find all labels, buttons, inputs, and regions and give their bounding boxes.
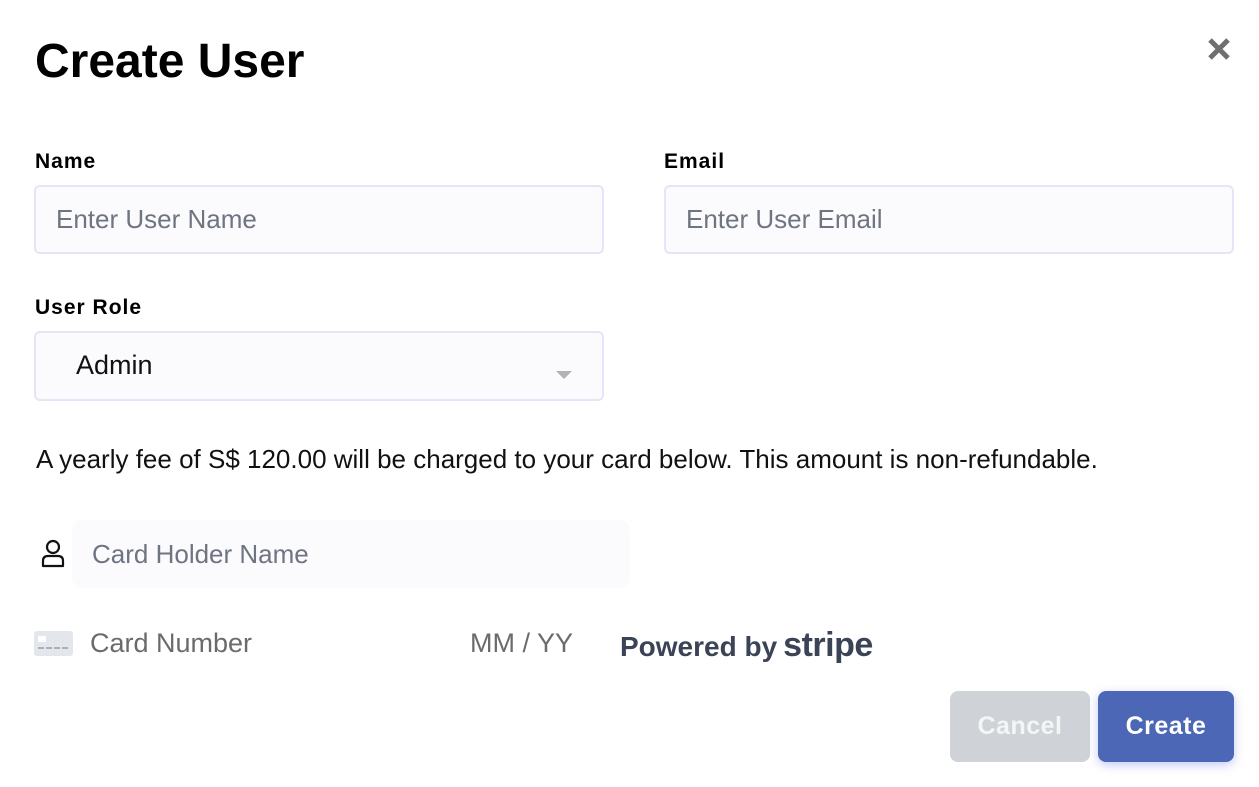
powered-by-text: Powered by [620,631,778,662]
create-button[interactable]: Create [1098,691,1234,762]
email-placeholder: Enter User Email [686,204,883,234]
card-expiry-input[interactable]: MM / YY [470,628,573,659]
fee-notice: A yearly fee of S$ 120.00 will be charge… [36,444,1098,474]
name-input[interactable]: Enter User Name [34,185,604,254]
user-role-select[interactable]: Admin [34,331,604,401]
card-number-input[interactable]: Card Number [90,628,252,659]
name-label: Name [35,150,97,173]
cancel-button[interactable]: Cancel [950,691,1090,762]
powered-by-stripe[interactable]: Powered by stripe [620,626,873,665]
user-role-label: User Role [35,296,143,319]
name-placeholder: Enter User Name [56,204,257,234]
credit-card-icon [34,631,73,656]
email-input[interactable]: Enter User Email [664,185,1234,254]
close-icon [1208,38,1230,60]
card-expiry-placeholder: MM / YY [470,628,574,658]
card-holder-placeholder: Card Holder Name [92,538,309,569]
stripe-logo: stripe [783,626,873,664]
email-label: Email [664,150,726,173]
user-role-value: Admin [76,350,153,380]
card-number-placeholder: Card Number [90,628,253,658]
close-button[interactable] [1204,34,1234,64]
dialog-title: Create User [35,35,305,88]
user-icon [41,539,65,568]
chevron-down-icon [556,371,572,379]
card-holder-input[interactable]: Card Holder Name [72,520,630,588]
